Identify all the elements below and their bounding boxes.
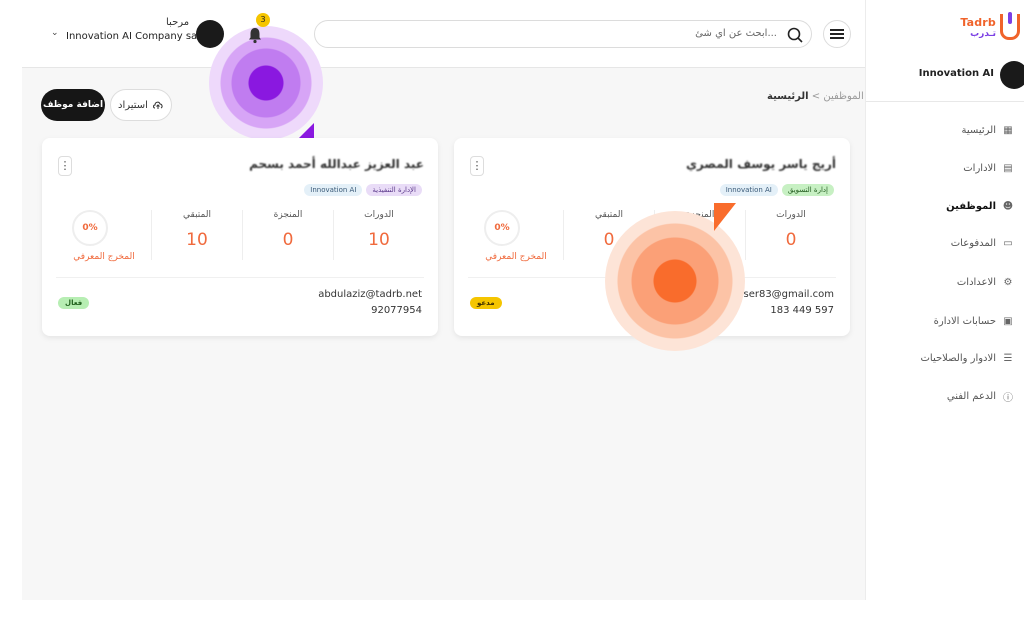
help-icon: ⓘ bbox=[1003, 392, 1013, 404]
grid-icon: ▦ bbox=[1003, 124, 1013, 136]
employee-card[interactable]: عبد العزيز عبدالله أحمد بسحم ⋮ الإدارة ا… bbox=[42, 138, 438, 336]
stat-value: 10 bbox=[186, 230, 208, 250]
pointer-arrow-orange bbox=[714, 203, 736, 231]
stat-value: 0 bbox=[282, 230, 294, 250]
sidebar-item-settings[interactable]: ⚙ الاعدادات bbox=[957, 272, 1014, 292]
logo-text-en: Tadrb bbox=[960, 16, 996, 29]
sidebar-divider bbox=[866, 101, 1024, 102]
search-icon bbox=[787, 27, 803, 43]
user-avatar[interactable] bbox=[196, 20, 224, 48]
sidebar-item-payments[interactable]: ▭ المدفوعات bbox=[951, 233, 1014, 253]
stat-label: المنجزة bbox=[273, 210, 303, 220]
logo-text-ar: تـدرب bbox=[970, 29, 996, 39]
breadcrumb-home[interactable]: الرئيسية bbox=[767, 91, 809, 102]
cloud-upload-icon bbox=[152, 101, 163, 109]
sidebar-item-employees[interactable]: ☻ الموظفين bbox=[946, 196, 1014, 216]
breadcrumb-separator: > bbox=[811, 91, 821, 102]
notification-badge: 3 bbox=[256, 13, 270, 27]
company-tag: Innovation AI bbox=[719, 184, 778, 196]
wallet-icon: ▭ bbox=[1003, 237, 1013, 249]
stat-label: الدورات bbox=[364, 210, 394, 220]
sidebar-item-departments[interactable]: ▤ الادارات bbox=[963, 158, 1014, 178]
search-input[interactable]: ابحث عن اي شئ... bbox=[314, 20, 812, 48]
progress-circle: 0% bbox=[484, 210, 520, 246]
sidebar-item-label: الاعدادات bbox=[956, 276, 996, 288]
building-icon: ▤ bbox=[1003, 162, 1013, 174]
sidebar-item-support[interactable]: ⓘ الدعم الفني bbox=[947, 386, 1014, 406]
stat-label: المتبقي bbox=[183, 210, 211, 220]
stat-divider bbox=[333, 210, 334, 260]
sidebar-item-label: المدفوعات bbox=[950, 237, 996, 249]
breadcrumb: الموظفين > الرئيسية bbox=[767, 91, 864, 102]
status-badge: فعال bbox=[58, 297, 90, 309]
sidebar-item-label: الادوار والصلاحيات bbox=[920, 352, 996, 364]
bell-icon[interactable] bbox=[246, 26, 264, 44]
stat-label: المتبقي bbox=[595, 210, 623, 220]
sidebar-item-label: الدعم الفني bbox=[946, 390, 996, 402]
stat-divider bbox=[242, 210, 243, 260]
card-divider bbox=[56, 277, 424, 278]
stat-courses: الدورات 10 bbox=[334, 208, 424, 266]
gear-icon: ⚙ bbox=[1003, 276, 1013, 288]
sidebar-item-roles[interactable]: ☰ الادوار والصلاحيات bbox=[920, 348, 1014, 368]
employee-name: عبد العزيز عبدالله أحمد بسحم bbox=[249, 157, 424, 171]
org-avatar bbox=[1000, 61, 1024, 89]
sidebar-item-label: الرئيسية bbox=[961, 124, 996, 136]
sidebar-item-admin-accounts[interactable]: ▣ حسابات الادارة bbox=[934, 311, 1014, 331]
organization-header: Innovation AI bbox=[865, 60, 1024, 90]
company-name[interactable]: Innovation AI Company sa bbox=[66, 31, 197, 42]
more-options-icon[interactable]: ⋮ bbox=[58, 156, 72, 176]
search-placeholder: ابحث عن اي شئ... bbox=[695, 28, 777, 39]
employee-name: أريج ياسر يوسف المصري bbox=[685, 157, 836, 171]
app-root: ابحث عن اي شئ... 3 مرحبا Innovation AI C… bbox=[0, 0, 1024, 618]
status-badge: مدعو bbox=[470, 297, 502, 309]
add-employee-button[interactable]: اضافة موظف bbox=[41, 89, 105, 121]
tadrb-logo[interactable]: Tadrb تـدرب bbox=[960, 12, 1022, 42]
stat-value: 0 bbox=[785, 230, 797, 250]
company-tag: Innovation AI bbox=[304, 184, 363, 196]
menu-toggle-button[interactable] bbox=[823, 20, 851, 48]
breadcrumb-current: الموظفين bbox=[823, 91, 864, 102]
click-indicator-orange bbox=[605, 211, 745, 351]
stat-courses: الدورات 0 bbox=[746, 208, 836, 266]
progress-circle: 0% bbox=[72, 210, 108, 246]
logo-mark-icon bbox=[1000, 12, 1020, 40]
employee-phone: 183 449 597 bbox=[770, 305, 834, 316]
users-icon: ☻ bbox=[1002, 200, 1014, 212]
stat-value: 10 bbox=[368, 230, 390, 250]
employee-tags: الإدارة التنفيذية Innovation AI bbox=[304, 184, 422, 196]
stat-label: الدورات bbox=[776, 210, 806, 220]
employee-tags: إدارة التسويق Innovation AI bbox=[719, 184, 834, 196]
hamburger-icon bbox=[830, 29, 844, 39]
sidebar-item-label: حسابات الادارة bbox=[933, 315, 996, 327]
list-check-icon: ☰ bbox=[1003, 352, 1013, 364]
sidebar: Tadrb تـدرب Innovation AI ▦ الرئيسية ▤ ا… bbox=[865, 0, 1024, 600]
sidebar-item-label: الموظفين bbox=[946, 200, 996, 212]
import-button[interactable]: استيراد bbox=[110, 89, 172, 121]
stat-remaining: المتبقي 10 bbox=[152, 208, 242, 266]
progress-label: المخرج المعرفي bbox=[73, 252, 135, 262]
department-tag: الإدارة التنفيذية bbox=[366, 184, 422, 196]
stat-divider bbox=[745, 210, 746, 260]
sidebar-item-home[interactable]: ▦ الرئيسية bbox=[962, 120, 1014, 140]
user-card-icon: ▣ bbox=[1003, 315, 1013, 327]
chevron-down-icon[interactable]: ⌄ bbox=[51, 28, 59, 38]
progress-label: المخرج المعرفي bbox=[485, 252, 547, 262]
sidebar-item-label: الادارات bbox=[963, 162, 996, 174]
more-options-icon[interactable]: ⋮ bbox=[470, 156, 484, 176]
stat-completed: المنجزة 0 bbox=[243, 208, 333, 266]
employee-email: abdulaziz@tadrb.net bbox=[318, 289, 422, 300]
greeting-text: مرحبا bbox=[166, 17, 190, 28]
import-label: استيراد bbox=[118, 99, 148, 111]
department-tag: إدارة التسويق bbox=[781, 184, 834, 196]
org-name: Innovation AI bbox=[918, 68, 994, 79]
employee-phone: 92077954 bbox=[371, 305, 422, 316]
